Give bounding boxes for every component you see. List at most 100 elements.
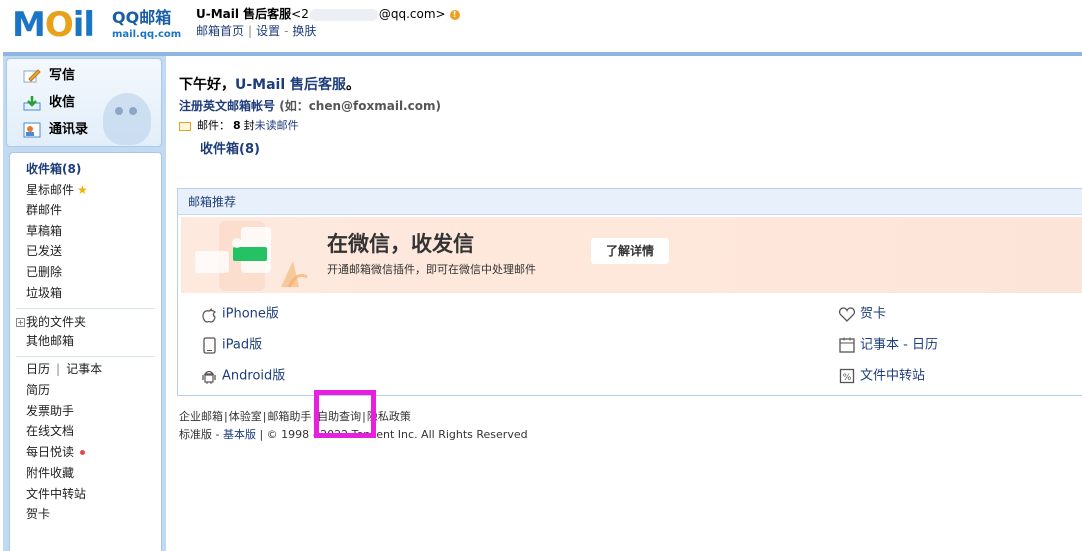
qq-penguin-decoration (103, 93, 151, 145)
footer-links: 企业邮箱|体验室|邮箱助手|自助查询|隐私政策 (179, 410, 412, 424)
unread-count: 8 (233, 119, 241, 132)
folder-sidebar: 收件箱(8) 星标邮件 ★ 群邮件 草稿箱 已发送 已删除 垃圾箱 + 我的文件夹 … (9, 152, 162, 551)
self-service-link[interactable]: 自助查询 (317, 410, 361, 423)
my-folders-label: 我的文件夹 (26, 315, 87, 329)
logo-title: QQ邮箱 (112, 8, 172, 27)
greeting-card-link[interactable]: 贺卡 (838, 305, 886, 324)
heart-icon (838, 307, 856, 322)
logo-url: mail.qq.com (112, 29, 182, 40)
daily-read-label: 每日悦读 (26, 445, 75, 459)
sidebar-item-invoice[interactable]: 发票助手 (26, 403, 74, 419)
unread-summary: 邮件： 8 封未读邮件 (179, 118, 299, 134)
separator: | (248, 24, 253, 38)
qq-mail-logo[interactable]: MOil QQ邮箱 mail.qq.com (12, 5, 182, 45)
sidebar-item-attachments[interactable]: 附件收藏 (26, 465, 74, 481)
calendar-icon (839, 337, 855, 353)
iphone-app-link[interactable]: iPhone版 (200, 305, 279, 324)
unread-mail-link[interactable]: 未读邮件 (255, 119, 299, 132)
android-label: Android版 (222, 368, 286, 384)
sidebar-item-deleted[interactable]: 已删除 (26, 264, 62, 280)
sidebar-item-file-transfer[interactable]: 文件中转站 (26, 486, 86, 502)
mail-unit: 封 (243, 119, 255, 132)
account-email-suffix: @qq.com> (378, 7, 446, 21)
lab-link[interactable]: 体验室 (229, 410, 262, 423)
sidebar-item-other-mail[interactable]: 其他邮箱 (26, 333, 74, 349)
greeting-card-label: 贺卡 (860, 306, 887, 322)
greeting-name: U-Mail 售后客服 (235, 77, 347, 93)
change-skin-link[interactable]: 换肤 (292, 24, 316, 38)
separator: | (312, 410, 317, 423)
sidebar-item-daily-read[interactable]: 每日悦读 (26, 444, 86, 460)
logo-wordmark: MOil (12, 5, 95, 45)
greeting: 下午好，U-Mail 售后客服。 (179, 76, 360, 94)
register-label: 注册英文邮箱帐号 (179, 99, 276, 113)
star-icon: ★ (77, 183, 88, 197)
unread-dot-icon (80, 450, 86, 455)
file-transfer-icon: % (839, 368, 855, 384)
sidebar-item-calendar[interactable]: 日历 (26, 362, 50, 376)
nav-quick-actions: 写信 收信 通讯录 (6, 58, 162, 147)
inbox-link[interactable]: 收件箱(8) (200, 141, 260, 159)
receive-button[interactable]: 收信 (23, 92, 75, 114)
mailbox-home-link[interactable]: 邮箱首页 (196, 24, 244, 38)
iphone-label: iPhone版 (222, 306, 279, 322)
sidebar-item-spam[interactable]: 垃圾箱 (26, 285, 62, 301)
settings-link[interactable]: 设置 (256, 24, 280, 38)
sidebar-item-notes[interactable]: 记事本 (66, 362, 102, 376)
compose-button[interactable]: 写信 (23, 65, 75, 87)
account-name: U-Mail 售后客服 (196, 7, 292, 21)
greeting-suffix: 。 (346, 77, 361, 93)
standard-version-label: 标准版 (179, 428, 212, 441)
sidebar-item-my-folders[interactable]: + 我的文件夹 (16, 314, 86, 330)
wechat-banner[interactable]: 在微信，收发信 开通邮箱微信插件，即可在微信中处理邮件 了解详情 (181, 217, 1082, 293)
separator: | (56, 362, 61, 376)
sidebar-item-drafts[interactable]: 草稿箱 (26, 223, 62, 239)
starred-label: 星标邮件 (26, 183, 75, 197)
apple-icon (202, 308, 217, 323)
account-email-prefix: <2 (291, 7, 309, 21)
banner-subtitle: 开通邮箱微信插件，即可在微信中处理邮件 (327, 263, 536, 276)
sidebar-item-starred[interactable]: 星标邮件 ★ (26, 182, 88, 198)
warning-icon[interactable]: ! (449, 9, 460, 20)
sidebar-item-resume[interactable]: 简历 (26, 382, 50, 398)
redacted-email (309, 8, 378, 21)
separator: | (362, 410, 366, 423)
file-transfer-link[interactable]: % 文件中转站 (838, 367, 925, 386)
tablet-icon (203, 337, 216, 354)
android-app-link[interactable]: Android版 (200, 367, 285, 386)
svg-text:%: % (843, 373, 852, 383)
sidebar-item-online-docs[interactable]: 在线文档 (26, 423, 74, 439)
sidebar-item-inbox[interactable]: 收件箱(8) (26, 161, 81, 177)
divider (16, 356, 155, 357)
register-english-account-link[interactable]: 注册英文邮箱帐号 (如：chen@foxmail.com) (179, 98, 441, 114)
envelope-icon (179, 121, 191, 131)
android-icon (202, 370, 216, 384)
sidebar-item-group[interactable]: 群邮件 (26, 202, 62, 218)
copyright-text: | © 1998 - 2022 Tencent Inc. All Rights … (259, 428, 528, 441)
learn-more-button[interactable]: 了解详情 (591, 238, 669, 264)
sidebar-item-cards[interactable]: 贺卡 (26, 506, 50, 522)
file-transfer-label: 文件中转站 (860, 368, 926, 384)
compose-label: 写信 (49, 68, 76, 83)
mail-label: 邮件： (197, 119, 230, 132)
notes-calendar-link[interactable]: 记事本 - 日历 (838, 336, 938, 355)
address-book-icon (23, 122, 41, 138)
sidebar-item-sent[interactable]: 已发送 (26, 243, 62, 259)
privacy-policy-link[interactable]: 隐私政策 (367, 410, 411, 423)
calendar-notes-row: 日历 | 记事本 (26, 361, 102, 377)
pencil-icon (23, 68, 41, 84)
divider (16, 308, 155, 309)
header: MOil QQ邮箱 mail.qq.com U-Mail 售后客服<2 @qq.c… (0, 0, 1082, 52)
basic-version-link[interactable]: 基本版 (223, 428, 256, 441)
enterprise-mail-link[interactable]: 企业邮箱 (179, 410, 223, 423)
copyright-line: 标准版 - 基本版 | © 1998 - 2022 Tencent Inc. A… (179, 428, 528, 441)
receive-label: 收信 (49, 95, 76, 110)
notes-calendar-label: 记事本 - 日历 (860, 337, 938, 353)
ipad-app-link[interactable]: iPad版 (200, 336, 262, 355)
expand-icon[interactable]: + (16, 318, 25, 327)
contacts-button[interactable]: 通讯录 (23, 119, 88, 141)
register-hint: (如：chen@foxmail.com) (279, 99, 441, 113)
mail-assistant-link[interactable]: 邮箱助手 (267, 410, 311, 423)
header-links: 邮箱首页 | 设置 - 换肤 (196, 23, 316, 39)
recommend-panel: 邮箱推荐 在微信，收发信 开通邮箱微信插件，即可在微信中处理邮件 了解详情 iP… (177, 188, 1082, 396)
